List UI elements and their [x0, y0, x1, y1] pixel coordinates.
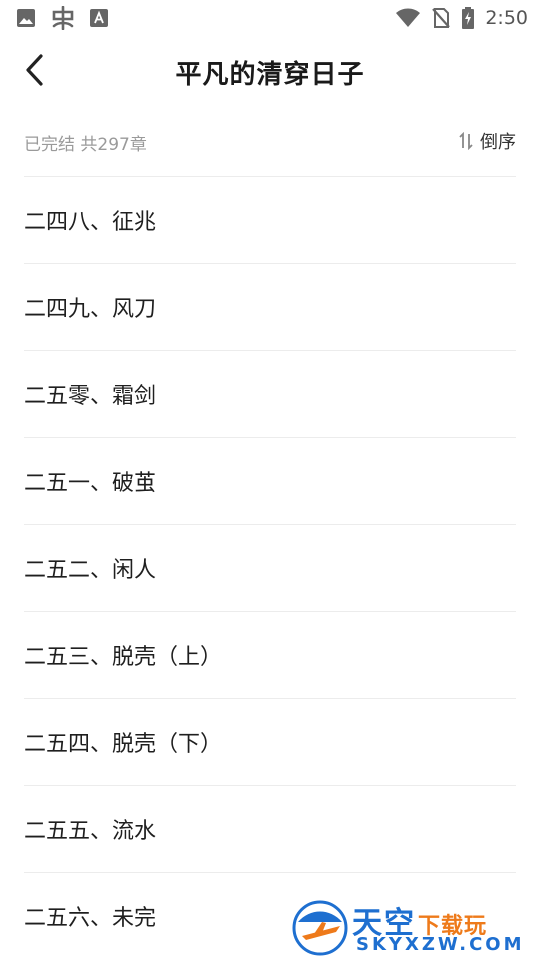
text-a-icon [90, 9, 108, 27]
site-watermark: 天空 下载玩 SKYXZW.COM [290, 896, 536, 958]
chapter-title: 二五五、流水 [24, 819, 157, 844]
chapter-title: 二五六、未完 [24, 906, 157, 931]
sort-order-label: 倒序 [480, 132, 516, 153]
chapter-title: 二五四、脱壳（下） [24, 732, 223, 757]
chapter-title: 二五二、闲人 [24, 558, 157, 583]
status-bar-right: 2:50 [395, 6, 528, 30]
airplane-logo-icon [292, 900, 348, 956]
chapter-title: 二四九、风刀 [24, 297, 157, 322]
page-title: 平凡的清穿日子 [175, 60, 365, 90]
chapter-item[interactable]: 二五四、脱壳（下） [24, 698, 516, 785]
chapter-list: 二四八、征兆 二四九、风刀 二五零、霜剑 二五一、破茧 二五二、闲人 二五三、脱… [24, 176, 516, 959]
book-status-text: 已完结 共297章 [24, 135, 147, 155]
status-bar-left [16, 6, 108, 30]
no-sim-icon [431, 7, 451, 29]
wifi-icon [395, 8, 421, 28]
chapter-title: 二四八、征兆 [24, 210, 157, 235]
chapter-item[interactable]: 二五一、破茧 [24, 437, 516, 524]
chapter-item[interactable]: 二五二、闲人 [24, 524, 516, 611]
chapter-item[interactable]: 二五三、脱壳（上） [24, 611, 516, 698]
bug-icon [50, 6, 76, 30]
watermark-en: SKYXZW.COM [356, 934, 525, 955]
sort-arrows-icon [459, 132, 473, 150]
chapter-item[interactable]: 二五五、流水 [24, 785, 516, 872]
chapter-title: 二五零、霜剑 [24, 384, 157, 409]
chapter-item[interactable]: 二五零、霜剑 [24, 350, 516, 437]
chapter-item[interactable]: 二四八、征兆 [24, 176, 516, 263]
chapter-item[interactable]: 二四九、风刀 [24, 263, 516, 350]
chapter-title: 二五三、脱壳（上） [24, 645, 223, 670]
status-bar: 2:50 [0, 0, 540, 36]
chapter-title: 二五一、破茧 [24, 471, 157, 496]
app-header: 平凡的清穿日子 [0, 36, 540, 106]
image-icon [16, 8, 36, 28]
catalog-info-row: 已完结 共297章 倒序 [24, 124, 516, 160]
clock: 2:50 [485, 7, 528, 29]
sort-order-button[interactable]: 倒序 [458, 128, 516, 154]
battery-charging-icon [461, 7, 475, 29]
